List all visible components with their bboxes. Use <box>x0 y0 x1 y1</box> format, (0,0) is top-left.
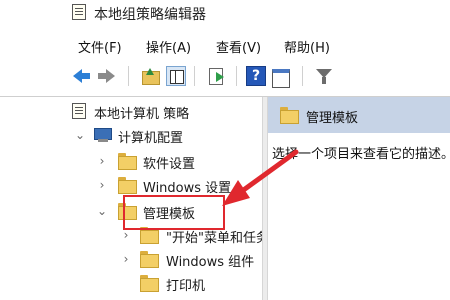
up-one-level-icon[interactable] <box>140 66 160 86</box>
policy-editor-icon <box>72 4 86 20</box>
title-bar: 本地组策略编辑器 <box>0 0 450 28</box>
chevron-right-icon[interactable]: › <box>96 178 108 192</box>
forward-arrow-icon[interactable] <box>96 66 116 86</box>
tree-item-label: Windows 组件 <box>166 255 255 270</box>
detail-description: 选择一个项目来查看它的描述。 <box>272 147 450 162</box>
toolbar-divider <box>236 66 237 86</box>
toolbar-divider <box>128 66 129 86</box>
properties-icon[interactable] <box>270 66 290 88</box>
toolbar-divider <box>194 66 195 86</box>
main-content: 本地计算机 策略 ⌄ 计算机配置 › 软件设置 › Windows 设置 ⌄ 管… <box>0 96 450 300</box>
chevron-right-icon[interactable]: › <box>120 252 132 266</box>
policy-icon <box>72 103 86 119</box>
tree-item-label: Windows 设置 <box>143 181 232 196</box>
tree-item-label: 计算机配置 <box>118 131 184 146</box>
folder-icon <box>140 275 159 292</box>
tree-item-windows-components[interactable]: › Windows 组件 <box>0 249 262 271</box>
menu-action[interactable]: 操作(A) <box>146 37 191 56</box>
folder-icon <box>280 107 299 124</box>
menu-bar: 文件(F) 操作(A) 查看(V) 帮助(H) <box>0 34 450 58</box>
tree-item-label: 软件设置 <box>143 157 196 172</box>
tree-item-printers[interactable]: 打印机 <box>0 273 262 295</box>
tree-item-windows-settings[interactable]: › Windows 设置 <box>0 175 262 197</box>
folder-icon <box>140 251 159 268</box>
tree-item-computer-config[interactable]: ⌄ 计算机配置 <box>0 125 262 147</box>
export-list-icon[interactable] <box>206 66 226 86</box>
filter-icon[interactable] <box>314 66 334 86</box>
chevron-down-icon[interactable]: ⌄ <box>74 128 86 142</box>
detail-header-title: 管理模板 <box>306 111 359 126</box>
back-arrow-icon[interactable] <box>72 66 92 86</box>
tree-item-software-settings[interactable]: › 软件设置 <box>0 151 262 173</box>
tree-item-local-policy[interactable]: 本地计算机 策略 <box>0 101 262 123</box>
tree-item-label: 打印机 <box>166 279 206 294</box>
folder-icon <box>118 177 137 194</box>
chevron-right-icon[interactable]: › <box>120 228 132 242</box>
folder-icon <box>118 153 137 170</box>
tree-pane[interactable]: 本地计算机 策略 ⌄ 计算机配置 › 软件设置 › Windows 设置 ⌄ 管… <box>0 97 262 300</box>
menu-help[interactable]: 帮助(H) <box>284 37 330 56</box>
menu-file[interactable]: 文件(F) <box>78 37 122 56</box>
toolbar: ? <box>0 62 450 90</box>
tree-item-label: 本地计算机 策略 <box>94 107 190 122</box>
chevron-down-icon[interactable]: ⌄ <box>96 204 108 218</box>
chevron-right-icon[interactable]: › <box>96 154 108 168</box>
detail-header: 管理模板 <box>268 97 450 133</box>
show-hide-tree-icon[interactable] <box>166 66 186 86</box>
highlight-box <box>123 195 225 230</box>
help-icon[interactable]: ? <box>246 66 266 86</box>
computer-icon <box>94 128 112 142</box>
detail-pane: 管理模板 选择一个项目来查看它的描述。 <box>268 97 450 300</box>
menu-view[interactable]: 查看(V) <box>216 37 261 56</box>
toolbar-divider <box>302 66 303 86</box>
window-title: 本地组策略编辑器 <box>94 7 206 23</box>
